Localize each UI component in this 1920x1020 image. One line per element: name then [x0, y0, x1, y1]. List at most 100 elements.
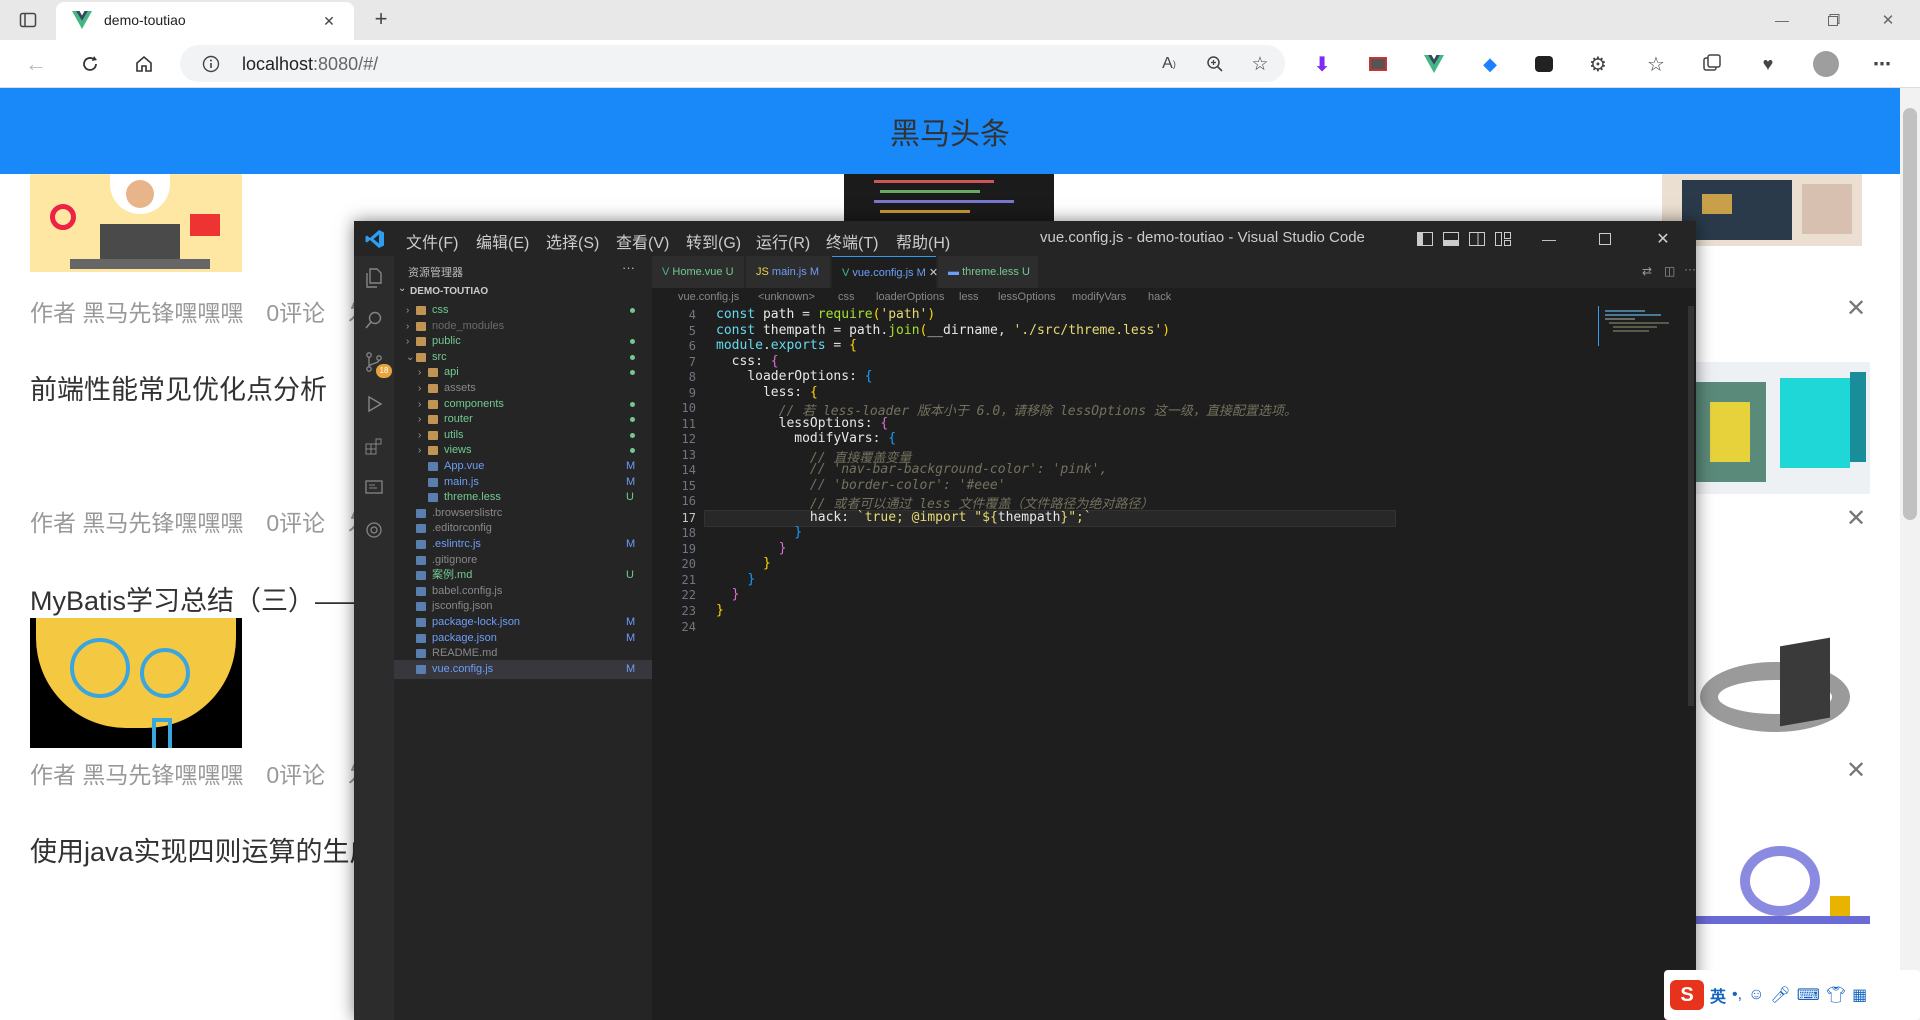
breadcrumb-hack[interactable]: hack [1148, 288, 1171, 306]
breadcrumb-less[interactable]: less [959, 288, 979, 306]
run-debug-icon[interactable] [362, 392, 386, 416]
file-icon [416, 618, 426, 627]
emoji-icon[interactable]: ☺ [1748, 986, 1764, 1004]
skin-icon[interactable]: 👕︎ [1826, 985, 1846, 1005]
explorer-more-icon[interactable]: ··· [622, 260, 635, 275]
close-article-icon-1[interactable]: ✕ [1846, 294, 1866, 323]
screenshot-extension-icon[interactable] [1364, 50, 1392, 78]
vscode-minimize-icon[interactable]: — [1534, 227, 1564, 251]
toggle-sidebar-icon[interactable] [1416, 230, 1434, 248]
editor-scrollbar[interactable] [1688, 306, 1694, 706]
customize-layout-icon[interactable] [1494, 230, 1512, 248]
breadcrumb-unknown[interactable]: <unknown> [758, 288, 815, 306]
remote-explorer-icon[interactable] [362, 476, 386, 500]
close-window-icon[interactable]: ✕ [1870, 6, 1906, 34]
extensions-icon[interactable]: ⚙ [1584, 50, 1612, 78]
menu-help[interactable]: 帮助(H) [896, 229, 950, 253]
game-extension-icon[interactable] [1530, 50, 1558, 78]
editor-more-icon[interactable]: ··· [1684, 262, 1696, 276]
tab-main-js[interactable]: JS main.js M [746, 256, 830, 288]
line-number: 17 [681, 511, 696, 525]
favorites-icon[interactable]: ☆ [1642, 50, 1670, 78]
breadcrumb: vue.config.js <unknown> css loaderOption… [652, 288, 1696, 306]
menu-terminal[interactable]: 终端(T) [826, 229, 878, 253]
new-tab-icon[interactable]: + [368, 6, 394, 32]
minimize-window-icon[interactable]: — [1764, 6, 1800, 34]
menu-edit[interactable]: 编辑(E) [476, 229, 529, 253]
file-icon [416, 633, 426, 643]
right-thumbnail-3[interactable] [1690, 612, 1870, 752]
breadcrumb-modifyvars[interactable]: modifyVars [1072, 288, 1126, 306]
home-icon[interactable] [130, 50, 158, 78]
toggle-secondary-sidebar-icon[interactable] [1468, 230, 1486, 248]
juejin-extension-icon[interactable]: ◆ [1476, 50, 1504, 78]
sogou-logo-icon[interactable]: S [1670, 980, 1704, 1010]
article-title-2[interactable]: 前端性能常见优化点分析 [30, 368, 327, 407]
right-thumbnail-2[interactable] [1690, 362, 1870, 494]
article-title-3[interactable]: MyBatis学习总结（三）—— [30, 579, 369, 618]
explorer-root-chevron-icon[interactable]: ⌄ [398, 283, 406, 294]
breadcrumb-file[interactable]: vue.config.js [678, 288, 739, 306]
git-graph-icon[interactable] [362, 518, 386, 542]
breadcrumb-loaderoptions[interactable]: loaderOptions [876, 288, 945, 306]
breadcrumb-css[interactable]: css [838, 288, 855, 306]
article-thumbnail-1[interactable] [30, 174, 242, 272]
tab-threme-less[interactable]: ▬ threme.less U [938, 256, 1038, 288]
url-text[interactable]: localhost:8080/#/ [242, 54, 378, 75]
line-number: 11 [681, 417, 696, 431]
add-favorite-icon[interactable]: ☆ [1248, 53, 1272, 75]
article-thumbnail-3[interactable] [30, 618, 242, 748]
line-number: 20 [681, 557, 696, 571]
punctuation-icon[interactable]: •, [1732, 986, 1742, 1004]
menu-view[interactable]: 查看(V) [616, 229, 669, 253]
page-scrollbar-thumb[interactable] [1903, 108, 1917, 520]
open-changes-icon[interactable]: ⇄ [1642, 264, 1652, 278]
article-title-4[interactable]: 使用java实现四则运算的生成 [30, 830, 377, 869]
ime-language[interactable]: 英 [1710, 983, 1726, 1007]
zoom-icon[interactable] [1204, 53, 1226, 75]
close-article-icon-3[interactable]: ✕ [1846, 756, 1866, 785]
search-icon[interactable] [362, 308, 386, 332]
download-extension-icon[interactable]: ⬇ [1308, 50, 1336, 78]
refresh-icon[interactable] [76, 50, 104, 78]
more-options-icon[interactable]: ⋯ [1868, 50, 1896, 78]
menu-run[interactable]: 运行(R) [756, 229, 810, 253]
toolbox-icon[interactable]: ▦ [1852, 985, 1867, 1005]
read-aloud-icon[interactable]: A) [1158, 53, 1180, 75]
tab-home-vue[interactable]: V Home.vue U [652, 256, 744, 288]
line-number: 12 [681, 432, 696, 446]
menu-file[interactable]: 文件(F) [406, 229, 458, 253]
tab-title: demo-toutiao [104, 12, 186, 28]
tab-actions-icon[interactable] [16, 8, 40, 32]
explorer-root[interactable]: DEMO-TOUTIAO [410, 286, 488, 297]
voice-input-icon[interactable]: 🎤︎ [1770, 985, 1790, 1005]
folder-icon [416, 306, 426, 315]
close-tab-icon[interactable]: ✕ [929, 267, 938, 279]
tree-item[interactable]: vue.config.js M [394, 659, 652, 679]
breadcrumb-lessoptions[interactable]: lessOptions [998, 288, 1055, 306]
keyboard-icon[interactable]: ⌨ [1797, 985, 1820, 1005]
menu-selection[interactable]: 选择(S) [546, 229, 599, 253]
split-editor-icon[interactable]: ◫ [1664, 264, 1675, 278]
vue-devtools-icon[interactable] [1420, 50, 1448, 78]
minimap[interactable] [1598, 306, 1690, 346]
right-thumbnail-4[interactable] [1690, 826, 1870, 936]
collections-icon[interactable] [1698, 50, 1726, 78]
article-thumbnail-code[interactable] [844, 174, 1054, 222]
address-bar[interactable]: localhost:8080/#/ A) ☆ [180, 45, 1285, 82]
toggle-panel-icon[interactable] [1442, 230, 1460, 248]
profile-avatar-icon[interactable] [1812, 50, 1840, 78]
site-info-icon[interactable] [200, 53, 222, 75]
explorer-icon[interactable] [362, 266, 386, 290]
vscode-close-icon[interactable]: ✕ [1648, 227, 1678, 251]
extensions-view-icon[interactable] [362, 434, 386, 458]
browser-tab[interactable]: demo-toutiao ✕ [56, 2, 354, 40]
menu-go[interactable]: 转到(G) [686, 229, 741, 253]
restore-window-icon[interactable] [1816, 6, 1852, 34]
close-article-icon-2[interactable]: ✕ [1846, 504, 1866, 533]
performance-icon[interactable]: ♥ [1754, 50, 1782, 78]
close-tab-icon[interactable]: ✕ [318, 10, 340, 32]
back-icon[interactable]: ← [22, 50, 50, 78]
vscode-maximize-icon[interactable] [1590, 227, 1620, 251]
tab-vue-config-js[interactable]: V vue.config.js M ✕ [832, 256, 938, 288]
